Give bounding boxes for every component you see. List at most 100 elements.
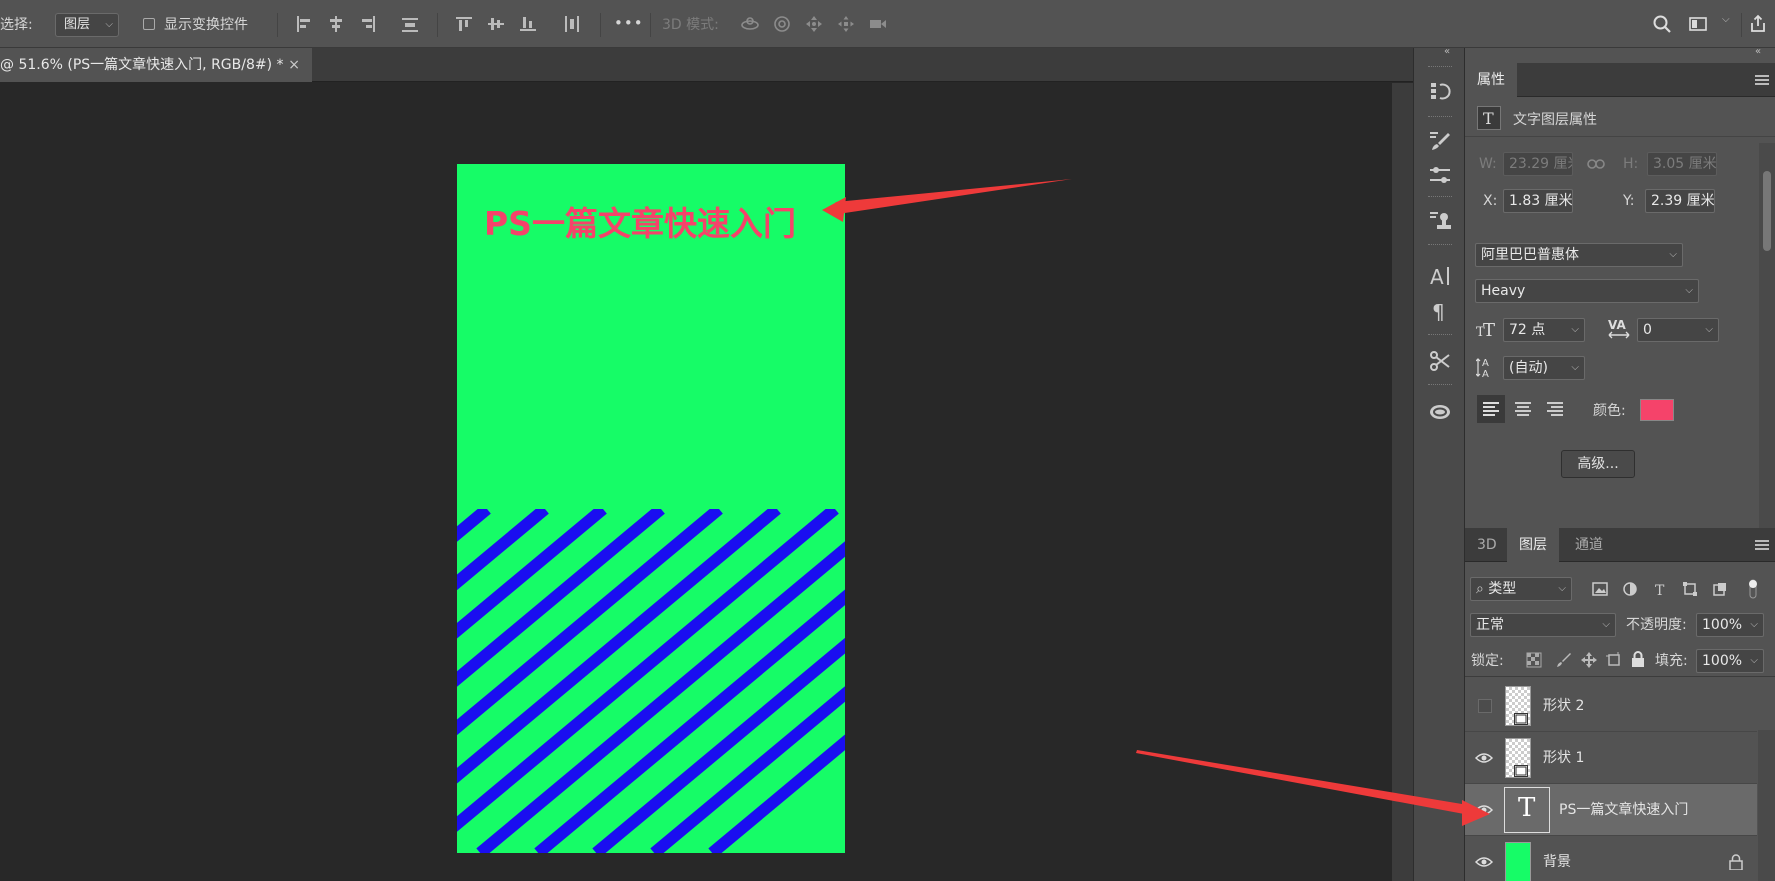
more-options-button[interactable]: ••• — [614, 14, 644, 32]
filter-shape-icon[interactable] — [1682, 581, 1698, 597]
panel-menu-icon[interactable] — [1755, 540, 1769, 550]
lock-position-icon[interactable] — [1581, 652, 1597, 668]
align-text-center-icon[interactable] — [1509, 395, 1537, 423]
document-tab[interactable]: @ 51.6% (PS一篇文章快速入门, RGB/8#) * × — [0, 48, 312, 82]
character-icon[interactable]: A — [1428, 264, 1452, 288]
blend-mode-dropdown[interactable]: 正常 ⌵ — [1470, 613, 1616, 637]
filter-toggle-icon[interactable] — [1746, 578, 1760, 600]
layer-row-selected[interactable]: T PS一篇文章快速入门 — [1465, 784, 1757, 836]
tab-properties[interactable]: 属性 — [1465, 63, 1517, 97]
orbit-3d-icon[interactable] — [740, 14, 760, 34]
panel-menu-icon[interactable] — [1755, 75, 1769, 85]
share-icon[interactable] — [1748, 14, 1768, 34]
dock-grip — [1428, 66, 1452, 69]
align-text-left-icon[interactable] — [1477, 395, 1505, 423]
layer-filter-dropdown[interactable]: ⌕ 类型 ⌵ — [1470, 577, 1572, 601]
divider — [1741, 13, 1742, 37]
font-style-dropdown[interactable]: Heavy ⌵ — [1475, 279, 1699, 303]
tracking-field[interactable]: 0 ⌵ — [1637, 318, 1719, 342]
x-label: X: — [1483, 193, 1498, 209]
collapse-icon[interactable]: « — [1444, 46, 1450, 57]
lock-image-pixels-icon[interactable] — [1556, 652, 1572, 668]
eye-icon[interactable] — [1474, 802, 1494, 818]
filter-type-icon[interactable]: T — [1652, 581, 1668, 597]
align-middle-v-icon[interactable] — [486, 14, 506, 34]
text-color-swatch[interactable] — [1640, 399, 1674, 421]
y-position-field[interactable]: 2.39 厘米 — [1645, 189, 1715, 213]
lock-all-icon[interactable] — [1631, 651, 1645, 667]
width-field[interactable]: 23.29 厘米 — [1503, 152, 1573, 176]
adjustments-icon[interactable] — [1428, 164, 1452, 188]
paragraph-icon[interactable]: ¶ — [1428, 299, 1452, 323]
brush-settings-icon[interactable] — [1428, 129, 1452, 153]
layer-row[interactable]: 背景 — [1465, 836, 1757, 881]
tab-layers[interactable]: 图层 — [1507, 528, 1559, 562]
filter-smart-object-icon[interactable] — [1712, 581, 1728, 597]
svg-text:T: T — [1483, 320, 1495, 339]
opacity-label: 不透明度: — [1626, 617, 1687, 633]
layers-scrollbar[interactable] — [1758, 730, 1775, 881]
divider — [650, 13, 651, 37]
link-icon[interactable] — [1587, 157, 1605, 171]
align-right-icon[interactable] — [358, 14, 378, 34]
layer-row[interactable]: 形状 2 — [1465, 680, 1757, 732]
x-position-field[interactable]: 1.83 厘米 — [1503, 189, 1573, 213]
align-top-icon[interactable] — [454, 14, 474, 34]
select-target-dropdown[interactable]: 图层 ⌵ — [55, 13, 119, 37]
height-field[interactable]: 3.05 厘米 — [1647, 152, 1717, 176]
canvas-scrollbar[interactable] — [1392, 83, 1413, 881]
eye-icon[interactable] — [1474, 854, 1494, 870]
workspace-icon[interactable] — [1688, 14, 1708, 34]
tool-presets-icon[interactable] — [1428, 349, 1452, 373]
svg-text:A: A — [1430, 265, 1444, 288]
fill-field[interactable]: 100% ⌵ — [1696, 649, 1764, 673]
advanced-button[interactable]: 高级... — [1561, 450, 1635, 478]
visibility-toggle-off[interactable] — [1478, 699, 1492, 713]
properties-scrollbar[interactable] — [1759, 143, 1775, 541]
chevron-down-icon[interactable]: ⌵ — [1722, 14, 1730, 25]
pan-3d-icon[interactable] — [804, 14, 824, 34]
divider — [1465, 136, 1775, 137]
camera-3d-icon[interactable] — [868, 14, 888, 34]
clone-source-icon[interactable] — [1428, 209, 1452, 233]
distribute-v-icon[interactable] — [562, 14, 582, 34]
artboard-text-layer[interactable]: PS一篇文章快速入门 — [484, 197, 796, 245]
lock-icon — [1729, 854, 1743, 870]
filter-adjustment-icon[interactable] — [1622, 581, 1638, 597]
creative-cloud-icon[interactable] — [1428, 399, 1452, 423]
canvas-area[interactable]: PS一篇文章快速入门 — [0, 83, 1392, 881]
font-size-field[interactable]: 72 点 ⌵ — [1503, 318, 1585, 342]
divider — [600, 13, 601, 37]
tracking-value: 0 — [1643, 322, 1652, 338]
distribute-h-icon[interactable] — [400, 14, 420, 34]
roll-3d-icon[interactable] — [772, 14, 792, 34]
slide-3d-icon[interactable] — [836, 14, 856, 34]
align-left-icon[interactable] — [294, 14, 314, 34]
font-family-dropdown[interactable]: 阿里巴巴普惠体 ⌵ — [1475, 243, 1683, 267]
close-icon[interactable]: × — [288, 48, 300, 82]
artboard[interactable]: PS一篇文章快速入门 — [457, 164, 845, 853]
layer-row[interactable]: 形状 1 — [1465, 732, 1757, 784]
search-icon[interactable] — [1652, 14, 1672, 34]
diagonal-stripes-shape[interactable] — [457, 509, 845, 853]
align-bottom-icon[interactable] — [518, 14, 538, 34]
layer-filter-value: 类型 — [1488, 581, 1517, 597]
document-tab-title: @ 51.6% (PS一篇文章快速入门, RGB/8#) * — [0, 57, 284, 73]
align-text-right-icon[interactable] — [1541, 395, 1569, 423]
divider — [437, 13, 438, 37]
opacity-field[interactable]: 100% ⌵ — [1696, 613, 1764, 637]
chevron-down-icon: ⌵ — [1669, 249, 1677, 260]
filter-pixel-icon[interactable] — [1592, 581, 1608, 597]
history-icon[interactable] — [1428, 79, 1452, 103]
lock-transparent-pixels-icon[interactable] — [1526, 652, 1542, 668]
tab-3d[interactable]: 3D — [1465, 528, 1509, 562]
lock-artboard-icon[interactable] — [1606, 652, 1622, 668]
collapse-icon[interactable]: « — [1755, 46, 1761, 57]
properties-panel-header: 属性 — [1465, 63, 1775, 97]
align-center-h-icon[interactable] — [326, 14, 346, 34]
show-transform-checkbox[interactable] — [143, 18, 155, 30]
leading-field[interactable]: (自动) ⌵ — [1503, 356, 1585, 380]
eye-icon[interactable] — [1474, 750, 1494, 766]
tab-channels[interactable]: 通道 — [1563, 528, 1615, 562]
scrollbar-thumb[interactable] — [1763, 171, 1771, 251]
